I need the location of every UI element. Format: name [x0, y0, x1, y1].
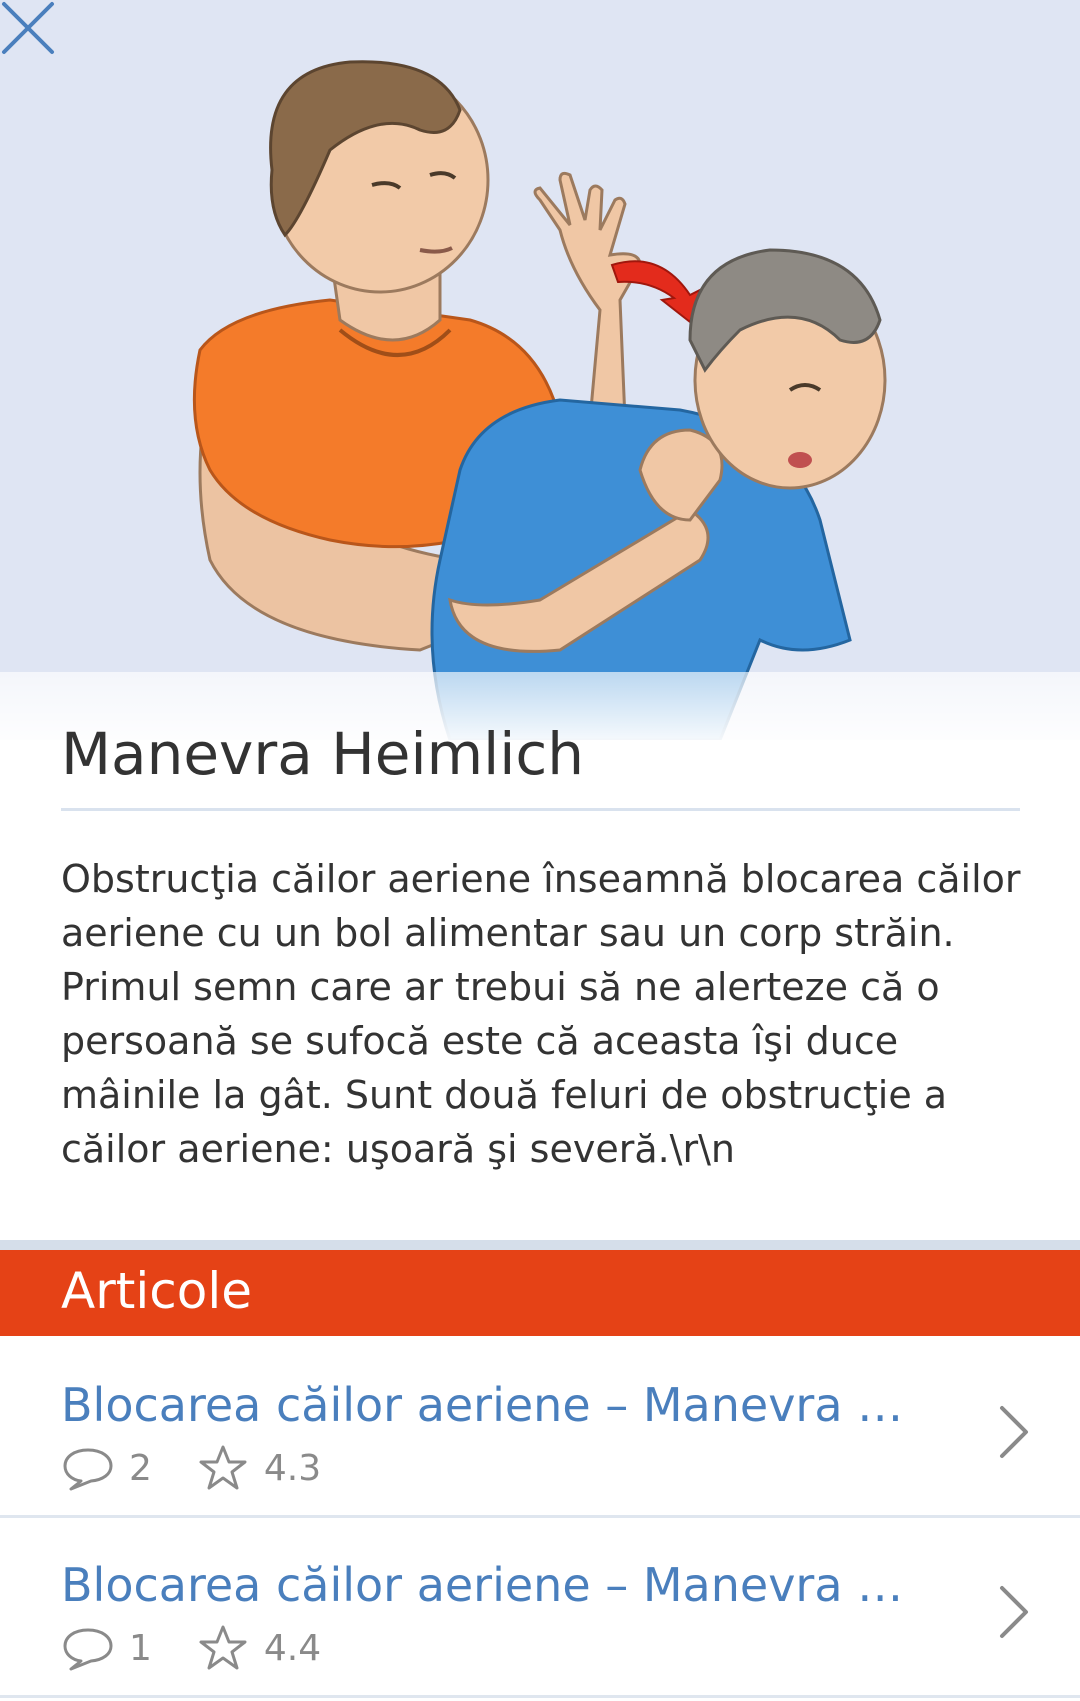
hero-illustration: [0, 0, 1080, 740]
list-item[interactable]: Blocarea căilor aeriene – Manevra Heimli…: [0, 1520, 1080, 1698]
article-meta: 1 4.4: [61, 1624, 365, 1672]
raised-hand: [533, 171, 702, 422]
section-title: Articole: [61, 1262, 252, 1320]
star-icon: [199, 1625, 247, 1670]
article-link[interactable]: Blocarea căilor aeriene – Manevra Heimli…: [61, 1558, 931, 1612]
article-link[interactable]: Blocarea căilor aeriene – Manevra Heimli…: [61, 1378, 931, 1432]
chevron-right-icon: [1000, 1406, 1028, 1458]
list-item[interactable]: Blocarea căilor aeriene – Manevra Heimli…: [0, 1340, 1080, 1518]
close-icon[interactable]: [0, 0, 56, 56]
comment-count: 2: [129, 1447, 152, 1489]
star-icon: [199, 1445, 247, 1490]
choking-figure: [430, 248, 887, 740]
article-description: Obstrucţia căilor aeriene înseamnă bloca…: [61, 857, 1021, 1171]
rating-value: 4.4: [263, 1627, 322, 1669]
title-divider: [61, 808, 1020, 811]
page-title: Manevra Heimlich: [61, 720, 584, 788]
comment-icon: [63, 1628, 113, 1671]
comment-count: 1: [129, 1627, 152, 1669]
section-separator: [0, 1240, 1080, 1250]
comment-icon: [63, 1448, 113, 1491]
article-meta: 2 4.3: [61, 1444, 365, 1492]
article-page: Manevra Heimlich Obstrucţia căilor aerie…: [0, 0, 1080, 1701]
chevron-right-icon: [1000, 1586, 1028, 1638]
rating-value: 4.3: [263, 1447, 322, 1489]
heimlich-illustration: [192, 60, 887, 740]
